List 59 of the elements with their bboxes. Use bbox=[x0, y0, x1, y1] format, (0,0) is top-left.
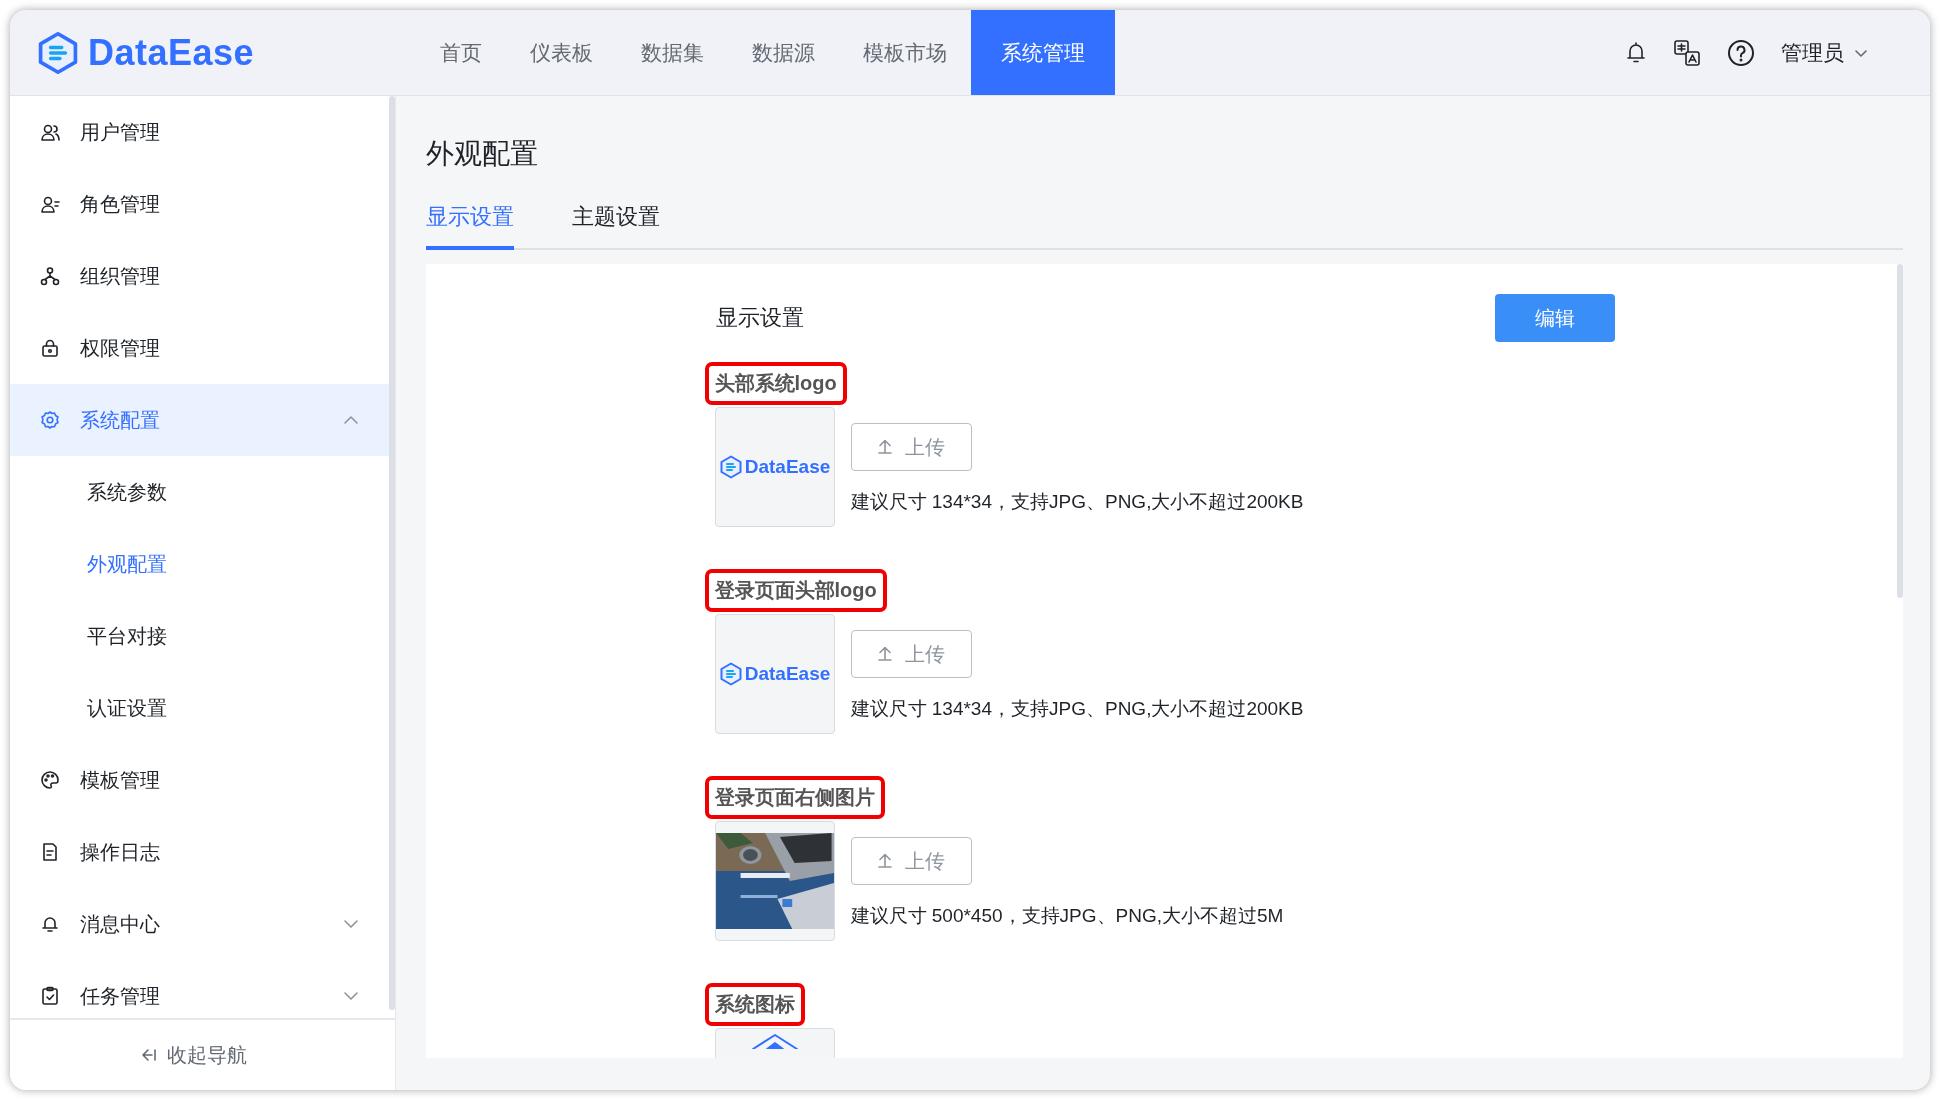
bell-icon bbox=[40, 914, 60, 934]
tab[interactable]: 显示设置 bbox=[426, 194, 514, 250]
menu-item[interactable]: 消息中心 bbox=[10, 888, 389, 960]
submenu-item[interactable]: 外观配置 bbox=[10, 528, 389, 600]
bell-icon bbox=[1625, 40, 1647, 65]
translate-icon bbox=[1673, 38, 1701, 67]
user-menu[interactable]: 管理员 bbox=[1781, 38, 1868, 67]
logo-text: DataEase bbox=[744, 663, 831, 685]
help-icon bbox=[1727, 38, 1755, 67]
palette-icon bbox=[40, 770, 60, 790]
collapse-button[interactable]: 收起导航 bbox=[10, 1018, 395, 1090]
user-icon bbox=[40, 194, 60, 214]
submenu-item[interactable]: 平台对接 bbox=[10, 600, 389, 672]
nav-tab[interactable]: 模板市场 bbox=[839, 10, 971, 95]
field-label: 头部系统logo bbox=[704, 362, 847, 405]
hint-text: 建议尺寸 500*450，支持JPG、PNG,大小不超过5M bbox=[850, 904, 1284, 928]
lock-icon bbox=[40, 338, 60, 358]
scrollbar[interactable] bbox=[1897, 264, 1903, 598]
menu-item[interactable]: 权限管理 bbox=[10, 312, 389, 384]
submenu-item[interactable]: 认证设置 bbox=[10, 672, 389, 744]
nav-tab[interactable]: 系统管理 bbox=[971, 10, 1115, 95]
brand-name: DataEase bbox=[88, 31, 255, 74]
logo-text: DataEase bbox=[744, 456, 831, 478]
menu-item[interactable]: 模板管理 bbox=[10, 744, 389, 816]
menu-item[interactable]: 系统配置 bbox=[10, 384, 389, 456]
hint-text: 建议尺寸 134*34，支持JPG、PNG,大小不超过200KB bbox=[850, 697, 1304, 721]
nav-tab[interactable]: 仪表板 bbox=[506, 10, 617, 95]
menu-item[interactable]: 角色管理 bbox=[10, 168, 389, 240]
chevron-down-icon bbox=[1854, 47, 1868, 58]
upload-button[interactable]: 上传 bbox=[850, 837, 972, 885]
menu-item[interactable]: 任务管理 bbox=[10, 960, 389, 1018]
submenu-item[interactable]: 系统参数 bbox=[10, 456, 389, 528]
upload-icon bbox=[877, 438, 893, 456]
edit-button[interactable]: 编辑 bbox=[1494, 294, 1615, 342]
menu-item[interactable]: 组织管理 bbox=[10, 240, 389, 312]
logo-icon bbox=[36, 30, 80, 75]
upload-button[interactable]: 上传 bbox=[850, 423, 972, 471]
scrollbar[interactable] bbox=[389, 96, 395, 1010]
section-title: 显示设置 bbox=[715, 304, 804, 332]
field-label: 登录页面右侧图片 bbox=[704, 776, 885, 819]
upload-icon bbox=[877, 852, 893, 870]
menu-item[interactable]: 用户管理 bbox=[10, 96, 389, 168]
users-icon bbox=[40, 122, 60, 142]
nav-tab[interactable]: 首页 bbox=[416, 10, 506, 95]
upload-icon bbox=[877, 645, 893, 663]
logo-icon bbox=[718, 455, 743, 479]
field-label: 登录页面头部logo bbox=[704, 569, 887, 612]
upload-button[interactable]: 上传 bbox=[850, 630, 972, 678]
tab[interactable]: 主题设置 bbox=[572, 194, 660, 250]
nav-tab[interactable]: 数据源 bbox=[728, 10, 839, 95]
hierarchy-icon bbox=[40, 266, 60, 286]
page-title: 外观配置 bbox=[426, 137, 539, 171]
gear-icon bbox=[40, 410, 60, 430]
document-icon bbox=[40, 842, 60, 862]
nav-tab[interactable]: 数据集 bbox=[617, 10, 728, 95]
hint-text: 建议尺寸 134*34，支持JPG、PNG,大小不超过200KB bbox=[850, 490, 1304, 514]
clipboard-icon bbox=[40, 986, 60, 1006]
menu-item[interactable]: 操作日志 bbox=[10, 816, 389, 888]
logo-icon bbox=[718, 662, 743, 686]
